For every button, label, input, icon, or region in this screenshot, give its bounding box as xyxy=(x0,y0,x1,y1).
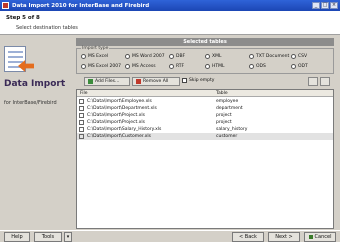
radio-icon xyxy=(81,54,86,59)
radio-icon xyxy=(249,64,254,69)
radio-icon xyxy=(291,64,296,69)
radio-csv[interactable]: CSV xyxy=(291,54,307,59)
list-item[interactable]: C:\Data\Import\Employee.xls employee xyxy=(77,98,333,105)
close-button[interactable]: × xyxy=(330,2,338,9)
remove-icon xyxy=(136,79,141,84)
minimize-button[interactable]: _ xyxy=(312,2,320,9)
radio-icon xyxy=(125,54,130,59)
window-title: Data Import 2010 for InterBase and Fireb… xyxy=(12,2,150,9)
brand-subtitle: for InterBase/Firebird xyxy=(4,100,57,106)
list-item[interactable]: C:\Data\Import\Department.xls department xyxy=(77,105,333,112)
help-button[interactable]: Help xyxy=(4,232,30,242)
skip-checkbox[interactable]: Skip empty xyxy=(182,78,214,83)
import-type-legend: Import type xyxy=(81,46,110,51)
radio-icon xyxy=(169,64,174,69)
list-item-selected[interactable]: C:\Data\Import\Customer.xls customer xyxy=(77,133,333,140)
radio-rtf[interactable]: RTF xyxy=(169,64,184,69)
file-icon xyxy=(79,106,84,111)
file-list[interactable]: File Table C:\Data\Import\Employee.xls em… xyxy=(76,89,334,229)
title-bar: Data Import 2010 for InterBase and Fireb… xyxy=(0,0,340,11)
section-title: Selected tables xyxy=(76,38,334,46)
maximize-button[interactable]: □ xyxy=(321,2,329,9)
file-icon xyxy=(79,113,84,118)
radio-icon xyxy=(81,64,86,69)
remove-all-button[interactable]: Remove All xyxy=(132,77,180,86)
next-button[interactable]: Next > xyxy=(268,232,300,242)
radio-ms-excel[interactable]: MS Excel xyxy=(81,54,108,59)
radio-odt[interactable]: ODT xyxy=(291,64,308,69)
import-type-group: Import type MS Excel MS Word 2007 DBF XM… xyxy=(76,46,334,74)
import-logo-icon xyxy=(4,46,34,78)
refresh-button[interactable] xyxy=(320,77,330,86)
column-header-file[interactable]: File xyxy=(80,91,88,96)
file-toolbar: Add Files... Remove All Skip empty xyxy=(76,77,334,87)
cancel-icon xyxy=(308,235,313,239)
chevron-down-icon: ▾ xyxy=(66,234,70,240)
left-panel: Data Import for InterBase/Firebird xyxy=(0,36,74,230)
file-icon xyxy=(79,99,84,104)
radio-ods[interactable]: ODS xyxy=(249,64,266,69)
radio-html[interactable]: HTML xyxy=(205,64,225,69)
file-icon xyxy=(79,134,84,139)
list-item[interactable]: C:\Data\Import\Project.xls project xyxy=(77,119,333,126)
cancel-button[interactable]: Cancel xyxy=(304,232,336,242)
tools-dropdown-button[interactable]: ▾ xyxy=(64,232,72,242)
radio-ms-excel-2007[interactable]: MS Excel 2007 xyxy=(81,64,121,69)
add-icon xyxy=(88,79,93,84)
column-header-table[interactable]: Table xyxy=(216,91,228,96)
wizard-footer: Help Tools ▾ < Back Next > Cancel xyxy=(0,230,340,242)
main-content: Selected tables Import type MS Excel MS … xyxy=(74,36,336,230)
list-item[interactable]: C:\Data\Import\Project.xls project xyxy=(77,112,333,119)
step-subtitle: Select destination tables xyxy=(16,25,78,31)
add-files-button[interactable]: Add Files... xyxy=(84,77,130,86)
radio-icon xyxy=(125,64,130,69)
list-item[interactable]: C:\Data\Import\Salary_History.xls salary_… xyxy=(77,126,333,133)
radio-icon xyxy=(205,54,210,59)
tools-button[interactable]: Tools xyxy=(34,232,62,242)
radio-icon xyxy=(169,54,174,59)
radio-ms-access[interactable]: MS Access xyxy=(125,64,156,69)
back-button[interactable]: < Back xyxy=(232,232,264,242)
checkbox-icon xyxy=(182,78,187,83)
file-icon xyxy=(79,127,84,132)
brand-title: Data Import xyxy=(4,79,66,89)
radio-icon xyxy=(205,64,210,69)
radio-xml[interactable]: XML xyxy=(205,54,221,59)
radio-icon xyxy=(249,54,254,59)
app-icon xyxy=(2,2,9,9)
radio-dbf[interactable]: DBF xyxy=(169,54,185,59)
wizard-header: Step 5 of 8 Select destination tables xyxy=(0,11,340,35)
options-button[interactable] xyxy=(308,77,318,86)
radio-txt[interactable]: TXT Document xyxy=(249,54,289,59)
step-indicator: Step 5 of 8 xyxy=(6,15,40,21)
list-header: File Table xyxy=(77,90,333,97)
file-icon xyxy=(79,120,84,125)
radio-icon xyxy=(291,54,296,59)
radio-ms-word-2007[interactable]: MS Word 2007 xyxy=(125,54,165,59)
